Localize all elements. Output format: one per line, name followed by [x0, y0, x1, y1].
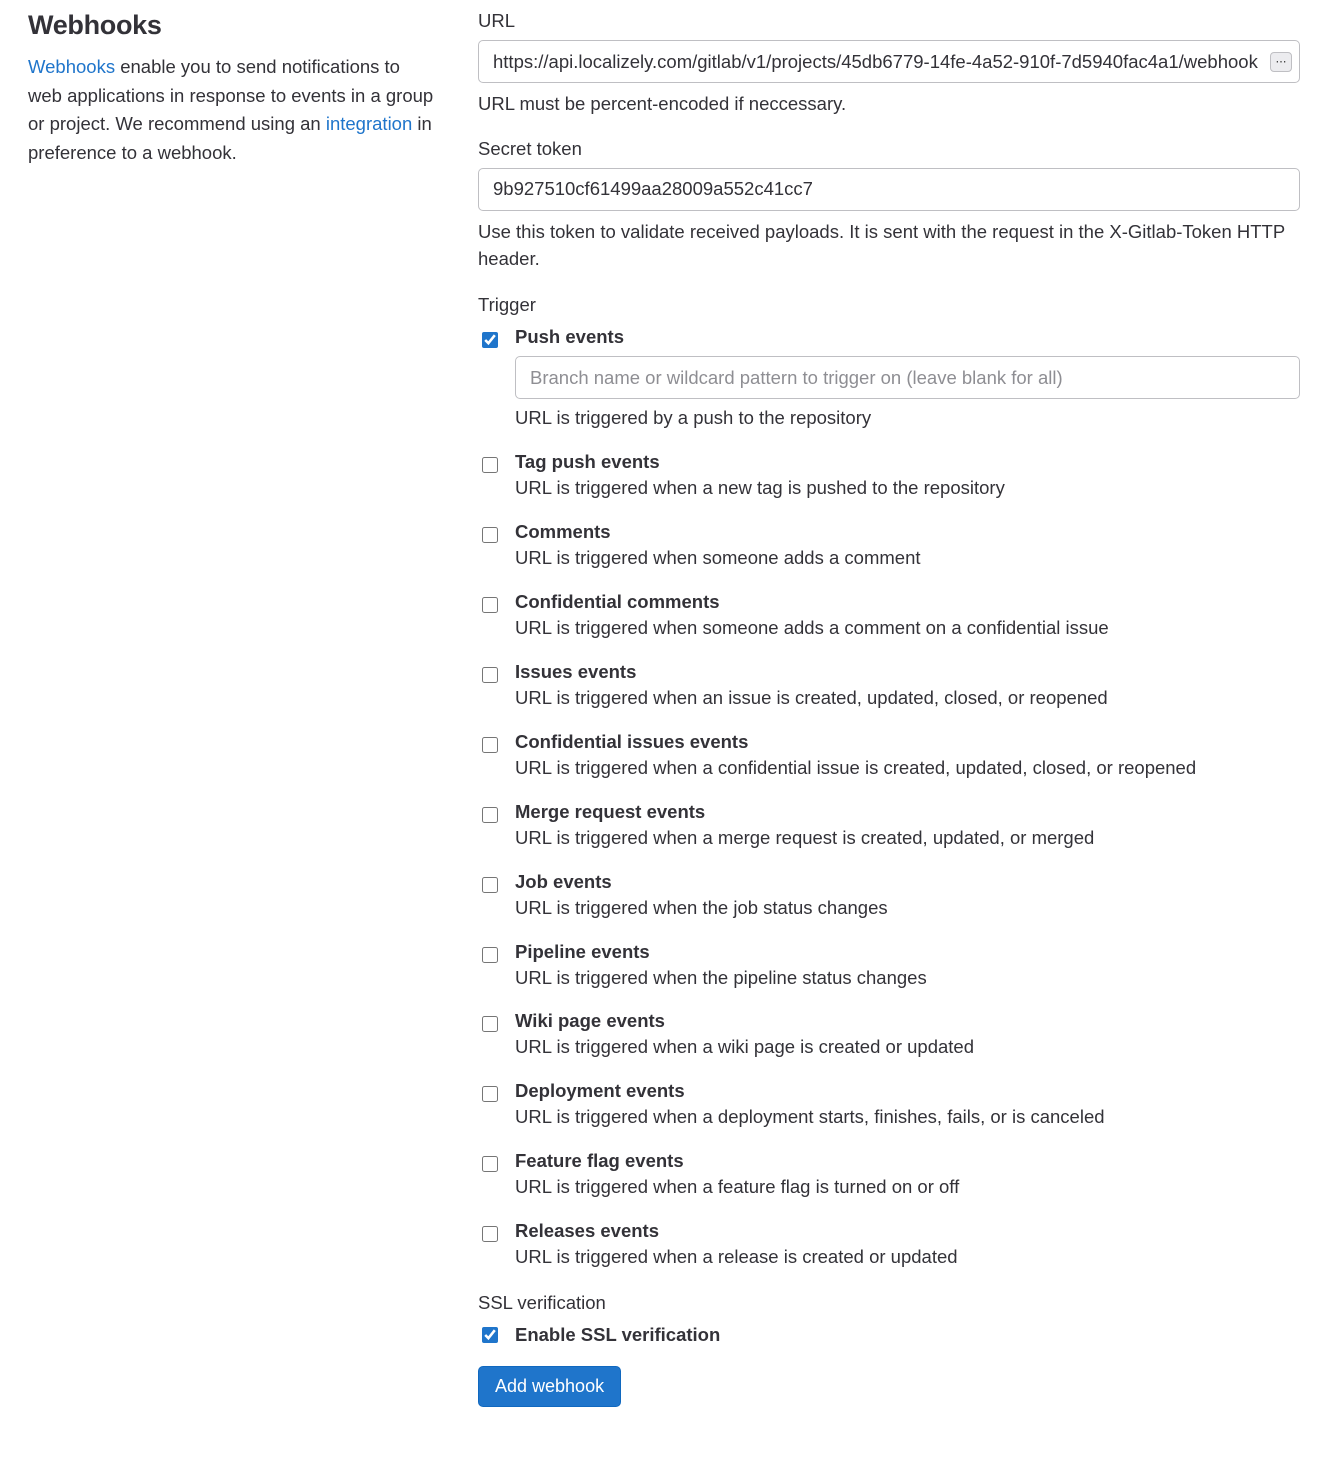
trigger-item: Job eventsURL is triggered when the job …	[478, 871, 1300, 921]
secret-input[interactable]	[478, 168, 1300, 211]
sidebar: Webhooks Webhooks enable you to send not…	[28, 10, 438, 1407]
ssl-checkbox[interactable]	[482, 1327, 498, 1343]
trigger-push-events: Push events URL is triggered by a push t…	[478, 326, 1300, 431]
trigger-title: Pipeline events	[515, 941, 1300, 963]
add-webhook-button[interactable]: Add webhook	[478, 1366, 621, 1407]
push-events-title: Push events	[515, 326, 1300, 348]
ssl-block: SSL verification Enable SSL verification	[478, 1292, 1300, 1346]
trigger-item: Confidential commentsURL is triggered wh…	[478, 591, 1300, 641]
trigger-item: Issues eventsURL is triggered when an is…	[478, 661, 1300, 711]
url-input[interactable]	[478, 40, 1300, 83]
trigger-item: Wiki page eventsURL is triggered when a …	[478, 1010, 1300, 1060]
trigger-title: Confidential comments	[515, 591, 1300, 613]
trigger-title: Job events	[515, 871, 1300, 893]
trigger-item: Merge request eventsURL is triggered whe…	[478, 801, 1300, 851]
trigger-item: Releases eventsURL is triggered when a r…	[478, 1220, 1300, 1270]
trigger-item: Deployment eventsURL is triggered when a…	[478, 1080, 1300, 1130]
page-title: Webhooks	[28, 10, 438, 41]
url-label: URL	[478, 10, 1300, 32]
trigger-desc: URL is triggered when someone adds a com…	[515, 615, 1300, 641]
secret-label: Secret token	[478, 138, 1300, 160]
branch-filter-input[interactable]	[515, 356, 1300, 399]
trigger-desc: URL is triggered when a wiki page is cre…	[515, 1034, 1300, 1060]
trigger-desc: URL is triggered when a feature flag is …	[515, 1174, 1300, 1200]
push-events-desc: URL is triggered by a push to the reposi…	[515, 405, 1300, 431]
trigger-title: Wiki page events	[515, 1010, 1300, 1032]
trigger-desc: URL is triggered when a new tag is pushe…	[515, 475, 1300, 501]
trigger-checkbox[interactable]	[482, 737, 498, 753]
trigger-desc: URL is triggered when a merge request is…	[515, 825, 1300, 851]
trigger-title: Merge request events	[515, 801, 1300, 823]
trigger-label: Trigger	[478, 294, 1300, 316]
trigger-title: Feature flag events	[515, 1150, 1300, 1172]
trigger-desc: URL is triggered when an issue is create…	[515, 685, 1300, 711]
trigger-checkbox[interactable]	[482, 457, 498, 473]
main-form: URL ⋯ URL must be percent-encoded if nec…	[478, 10, 1300, 1407]
trigger-title: Releases events	[515, 1220, 1300, 1242]
trigger-item: Feature flag eventsURL is triggered when…	[478, 1150, 1300, 1200]
sidebar-description: Webhooks enable you to send notification…	[28, 53, 438, 168]
secret-helper: Use this token to validate received payl…	[478, 219, 1300, 273]
trigger-title: Issues events	[515, 661, 1300, 683]
trigger-desc: URL is triggered when the job status cha…	[515, 895, 1300, 921]
trigger-checkbox[interactable]	[482, 947, 498, 963]
integration-link[interactable]: integration	[326, 113, 412, 134]
trigger-title: Deployment events	[515, 1080, 1300, 1102]
trigger-checkbox[interactable]	[482, 597, 498, 613]
url-field-block: URL ⋯ URL must be percent-encoded if nec…	[478, 10, 1300, 118]
trigger-checkbox[interactable]	[482, 1226, 498, 1242]
webhooks-link[interactable]: Webhooks	[28, 56, 115, 77]
secret-field-block: Secret token Use this token to validate …	[478, 138, 1300, 273]
trigger-checkbox[interactable]	[482, 667, 498, 683]
trigger-checkbox[interactable]	[482, 1086, 498, 1102]
trigger-checkbox[interactable]	[482, 807, 498, 823]
url-helper: URL must be percent-encoded if neccessar…	[478, 91, 1300, 118]
trigger-item: Confidential issues eventsURL is trigger…	[478, 731, 1300, 781]
trigger-title: Tag push events	[515, 451, 1300, 473]
trigger-checkbox[interactable]	[482, 527, 498, 543]
ssl-label: SSL verification	[478, 1292, 1300, 1314]
trigger-checkbox[interactable]	[482, 1016, 498, 1032]
trigger-title: Comments	[515, 521, 1300, 543]
trigger-desc: URL is triggered when a deployment start…	[515, 1104, 1300, 1130]
trigger-item: Pipeline eventsURL is triggered when the…	[478, 941, 1300, 991]
ssl-checkbox-label: Enable SSL verification	[515, 1324, 720, 1346]
trigger-item: CommentsURL is triggered when someone ad…	[478, 521, 1300, 571]
trigger-title: Confidential issues events	[515, 731, 1300, 753]
trigger-desc: URL is triggered when a confidential iss…	[515, 755, 1300, 781]
trigger-desc: URL is triggered when someone adds a com…	[515, 545, 1300, 571]
push-events-checkbox[interactable]	[482, 332, 498, 348]
trigger-checkbox[interactable]	[482, 1156, 498, 1172]
trigger-checkbox[interactable]	[482, 877, 498, 893]
trigger-desc: URL is triggered when the pipeline statu…	[515, 965, 1300, 991]
trigger-desc: URL is triggered when a release is creat…	[515, 1244, 1300, 1270]
password-manager-icon[interactable]: ⋯	[1270, 52, 1292, 72]
trigger-item: Tag push eventsURL is triggered when a n…	[478, 451, 1300, 501]
